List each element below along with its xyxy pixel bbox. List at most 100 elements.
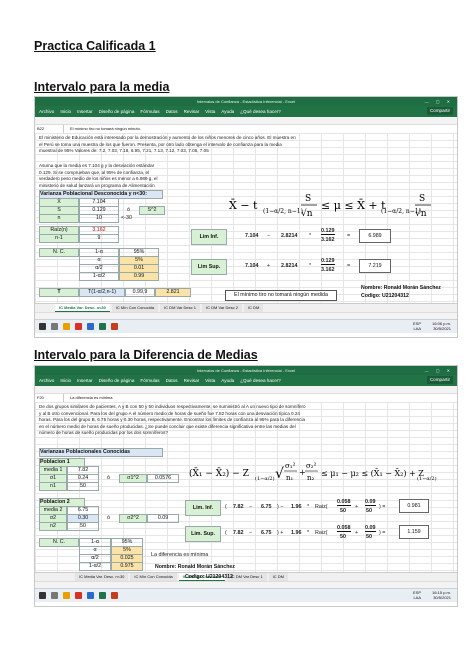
ribbon-tab-vista[interactable]: Vista (205, 378, 215, 383)
ribbon-tab-datos[interactable]: Datos (166, 109, 178, 114)
search-icon[interactable] (51, 592, 58, 599)
param-value[interactable]: 50 (67, 482, 99, 491)
ribbon-tab-archivo[interactable]: Archivo (39, 109, 54, 114)
conclusion-text[interactable]: La diferencia es mínima (151, 552, 208, 558)
lim-inf-label: Lim. Inf. (185, 500, 221, 516)
lim-sup-t: 2.8214 (281, 263, 298, 269)
window-titlebar: Intervalos de Confianza - Estadística In… (35, 366, 457, 375)
window-title: Intervalos de Confianza - Estadística In… (196, 99, 296, 104)
param-value[interactable]: 10 (79, 214, 119, 223)
worksheet-grid[interactable]: El ministerio de Educación está interesa… (35, 133, 457, 303)
ribbon-tab-inicio[interactable]: Inicio (60, 109, 71, 114)
ribbon-tab-vista[interactable]: Vista (205, 109, 215, 114)
section1-title: Intervalo para la media (34, 80, 170, 94)
student-code: Codigo: U21204312 (185, 574, 233, 580)
sheet-tab[interactable]: IC DM (243, 304, 264, 312)
lim-sup-bn: 50 (366, 534, 372, 540)
sheet-tab[interactable]: IC DM Var Desc 2 (202, 304, 242, 312)
ribbon-tab-datos[interactable]: Datos (166, 378, 178, 383)
ribbon-tab-ayuda[interactable]: Ayuda (221, 109, 234, 114)
svg-text:S: S (419, 194, 425, 204)
ribbon-tab-diseno[interactable]: Diseño de página (99, 109, 135, 114)
tell-me-search[interactable]: ¿Qué desea hacer? (240, 378, 281, 383)
one-alpha2-value[interactable]: 0.99 (119, 272, 159, 281)
sigma2sq-value[interactable]: 0.09 (147, 514, 179, 523)
tell-me-search[interactable]: ¿Qué desea hacer? (240, 109, 281, 114)
browser-icon[interactable] (75, 592, 82, 599)
formula-input[interactable]: La diferencia es mínima (64, 394, 112, 402)
lim-inf-result[interactable]: 0.981 (399, 499, 429, 513)
lim-sup-den: 3.162 (321, 267, 335, 273)
start-icon[interactable] (39, 323, 46, 330)
word-icon[interactable] (87, 323, 94, 330)
sheet-tab[interactable]: IC DM (268, 573, 288, 581)
window-controls[interactable]: — ▢ ✕ (425, 366, 453, 375)
one-alpha2-value[interactable]: 0.975 (111, 562, 143, 571)
n-note: <-30 (121, 215, 132, 221)
ribbon-tab-insertar[interactable]: Insertar (77, 378, 93, 383)
clock[interactable]: 16:06 p.m. 30/5/2021 (432, 321, 451, 331)
excel-icon[interactable] (99, 592, 106, 599)
lim-inf-result[interactable]: 6.989 (359, 229, 391, 243)
ribbon-tab-formulas[interactable]: Fórmulas (140, 109, 159, 114)
conclusion-textbox[interactable]: El mínimo tiro no tomará ningún medida (225, 290, 337, 301)
share-button[interactable]: Compartir (426, 376, 453, 384)
student-name: Nombre: Ronald Morán Sánchez (155, 564, 235, 570)
lim-sup-b: 0.09 (365, 525, 376, 532)
student-name: Nombre: Ronald Morán Sánchez (361, 285, 441, 291)
lim-sup-label: Lim. Sup. (185, 526, 221, 542)
ribbon-tab-revisar[interactable]: Revisar (184, 109, 200, 114)
ribbon-tab-archivo[interactable]: Archivo (39, 378, 54, 383)
excel-icon[interactable] (99, 323, 106, 330)
sigma1sq-value[interactable]: 0.0576 (147, 474, 179, 483)
language-indicator[interactable]: ESP LAA (413, 590, 421, 600)
lim-inf-t: 2.8214 (281, 233, 298, 239)
svg-text:(1−α/2): (1−α/2) (255, 475, 275, 482)
ribbon-tab-inicio[interactable]: Inicio (60, 378, 71, 383)
formula-input[interactable]: El mínimo tiro no tomará ningún minuto. (64, 125, 141, 133)
sheet-tab[interactable]: IC Media Var. Desc. n<30 (55, 304, 110, 312)
excel-screenshot-1: Intervalos de Confianza - Estadística In… (34, 96, 458, 338)
lim-sup-result[interactable]: 1.159 (399, 525, 429, 539)
sigma2sq-label: σ2^2 (119, 514, 147, 523)
name-box[interactable]: F20 (35, 394, 64, 402)
windows-taskbar: ESP LAA 16:06 p.m. 30/5/2021 (35, 319, 457, 333)
powerpoint-icon[interactable] (111, 323, 118, 330)
worksheet-grid[interactable]: De dos grupos similares de pacientes, A … (35, 402, 457, 572)
t-value[interactable]: 2.821 (155, 288, 191, 297)
ribbon-tab-formulas[interactable]: Fórmulas (140, 378, 159, 383)
window-controls[interactable]: — ▢ ✕ (425, 97, 453, 106)
lim-inf-num: 0.129 (321, 228, 335, 235)
param-label: n (39, 214, 79, 223)
difference-of-means-formula: (X̄₁ − X̄₂) − Z (1−α/2) √ σ₁² n₁ + σ₂² n… (189, 462, 437, 482)
param-value[interactable]: 50 (67, 522, 99, 531)
sheet-tab[interactable]: IC DM Var Desc 1 (160, 304, 200, 312)
ribbon-tab-revisar[interactable]: Revisar (184, 378, 200, 383)
lim-inf-z: 1.96 (291, 504, 302, 510)
n1-value[interactable]: 9 (79, 234, 119, 243)
word-icon[interactable] (87, 592, 94, 599)
sheet-tab[interactable]: IC Mín Con Conocida (111, 304, 159, 312)
language-indicator[interactable]: ESP LAA (413, 321, 421, 331)
name-box[interactable]: B22 (35, 125, 64, 133)
share-button[interactable]: Compartir (426, 107, 453, 115)
ribbon-tab-ayuda[interactable]: Ayuda (221, 378, 234, 383)
lim-sup-mean: 7.104 (245, 263, 259, 269)
ribbon-tab-diseno[interactable]: Diseño de página (99, 378, 135, 383)
start-icon[interactable] (39, 592, 46, 599)
windows-taskbar: ESP LAA 16:15 p.m. 30/5/2021 (35, 588, 457, 602)
svg-text:(1−α/2): (1−α/2) (417, 475, 437, 482)
powerpoint-icon[interactable] (111, 592, 118, 599)
folder-icon[interactable] (63, 592, 70, 599)
sheet-tab[interactable]: IC Mín Con Conocida (130, 573, 177, 581)
lim-inf-bn: 50 (366, 508, 372, 514)
browser-icon[interactable] (75, 323, 82, 330)
table-header: Varianzas Poblacionales Conocidas (39, 448, 163, 457)
t-label: T (39, 288, 79, 297)
ribbon-tab-insertar[interactable]: Insertar (77, 109, 93, 114)
folder-icon[interactable] (63, 323, 70, 330)
lim-sup-result[interactable]: 7.219 (359, 259, 391, 273)
sheet-tab[interactable]: IC Media Var. Desc. n<30 (75, 573, 129, 581)
search-icon[interactable] (51, 323, 58, 330)
clock[interactable]: 16:15 p.m. 30/5/2021 (432, 590, 451, 600)
